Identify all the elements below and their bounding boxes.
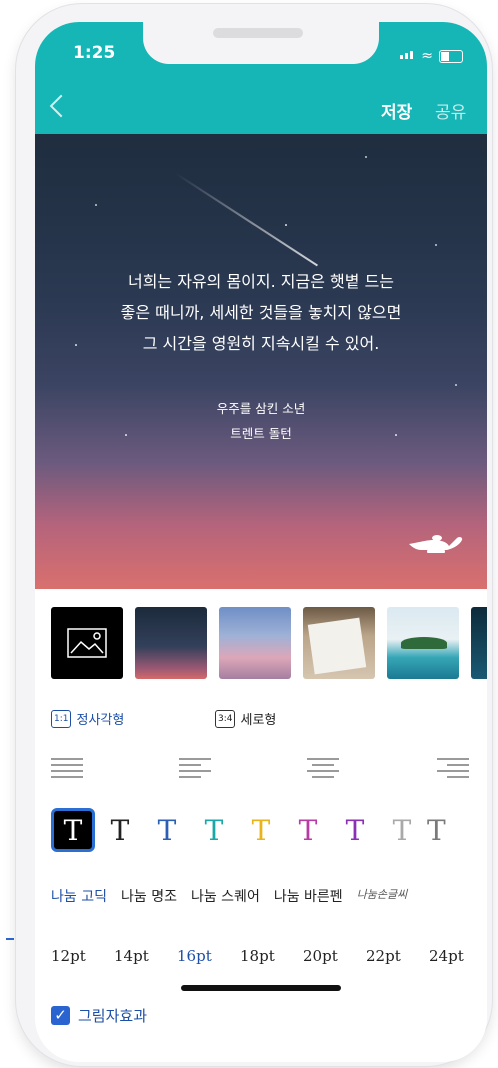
app-screen: 1:25 ≈ 저장 공유 너희는 자유의 몸이지. 지금은 햇볕 드는 좋은 때… [35,22,487,1062]
size-option[interactable]: 14pt [114,947,177,965]
align-justify-icon[interactable] [51,756,85,780]
ratio-badge: 3:4 [215,709,236,728]
shadow-effect-label: 그림자효과 [78,1007,148,1025]
bg-thumb-night-sky[interactable] [135,607,207,679]
checkbox-checked-icon[interactable]: ✓ [51,1006,70,1025]
quote-line: 너희는 자유의 몸이지. 지금은 햇볕 드는 [127,272,395,291]
save-button[interactable]: 저장 [381,98,412,123]
background-picker [51,607,487,679]
font-option-nanum-handwriting[interactable]: 나눔손글씨 [357,886,408,906]
shooting-star [174,172,318,266]
ratio-label: 세로형 [240,713,277,728]
font-option-nanum-myeongjo[interactable]: 나눔 명조 [121,886,177,906]
color-gray-chip[interactable]: T [380,808,424,852]
back-icon[interactable] [49,94,73,118]
magic-lamp-icon [409,535,463,553]
status-time: 1:25 [73,43,116,63]
color-purple-chip[interactable]: T [333,808,377,852]
align-left-icon[interactable] [179,756,213,780]
text-color-picker: T T T T T T T T T [51,808,449,852]
color-black-chip[interactable]: T [98,808,142,852]
color-darkgray-chip[interactable]: T [427,808,449,852]
status-icons: ≈ [400,44,463,63]
color-magenta-chip[interactable]: T [286,808,330,852]
image-upload-icon [67,628,107,658]
book-title: 우주를 삼킨 소년 [216,401,306,416]
signal-icon [400,44,415,63]
font-picker: 나눔 고딕 나눔 명조 나눔 스퀘어 나눔 바른펜 나눔손글씨 [51,886,407,906]
device-notch [143,22,379,64]
align-right-icon[interactable] [437,756,471,780]
color-yellow-chip[interactable]: T [239,808,283,852]
star [435,244,437,246]
shadow-effect-toggle[interactable]: ✓ 그림자효과 [51,1005,147,1026]
custom-image-thumb[interactable] [51,607,123,679]
home-indicator [181,985,341,991]
bg-thumb-ocean[interactable] [471,607,487,679]
font-size-picker: 12pt 14pt 16pt 18pt 20pt 22pt 24pt [51,947,487,965]
star [365,156,367,158]
font-option-nanum-square[interactable]: 나눔 스퀘어 [191,886,260,906]
ratio-badge: 1:1 [51,709,72,728]
ratio-square-option[interactable]: 1:1 정사각형 [51,709,124,728]
battery-icon [439,50,463,63]
size-option[interactable]: 24pt [429,947,487,965]
font-option-nanum-barunpen[interactable]: 나눔 바른펜 [274,886,343,906]
quote-line: 좋은 때니까, 세세한 것들을 놓치지 않으면 [120,303,402,322]
star [285,224,287,226]
star [455,384,457,386]
bg-thumb-whiteboard[interactable] [303,607,375,679]
size-option[interactable]: 22pt [366,947,429,965]
quote-line: 그 시간을 영원히 지속시킬 수 있어. [142,334,380,353]
color-white-chip[interactable]: T [51,808,95,852]
book-author: 트렌트 돌턴 [230,426,292,441]
size-option-selected[interactable]: 16pt [177,947,240,965]
wifi-icon: ≈ [421,48,433,64]
size-option[interactable]: 18pt [240,947,303,965]
color-teal-chip[interactable]: T [192,808,236,852]
speaker-grille [213,28,303,38]
quote-text: 너희는 자유의 몸이지. 지금은 햇볕 드는 좋은 때니까, 세세한 것들을 놓… [63,266,459,359]
bg-thumb-island[interactable] [387,607,459,679]
edge-marker [6,938,14,940]
size-option[interactable]: 20pt [303,947,366,965]
bg-thumb-pink-clouds[interactable] [219,607,291,679]
ratio-label: 정사각형 [76,713,125,728]
align-center-icon[interactable] [307,756,341,780]
star [95,204,97,206]
font-option-nanum-gothic[interactable]: 나눔 고딕 [51,886,107,906]
quote-preview-card: 너희는 자유의 몸이지. 지금은 햇볕 드는 좋은 때니까, 세세한 것들을 놓… [35,134,487,589]
size-option[interactable]: 12pt [51,947,114,965]
book-info: 우주를 삼킨 소년 트렌트 돌턴 [35,396,487,446]
board-shape [307,617,367,675]
island-shape [401,637,447,649]
share-button[interactable]: 공유 [435,98,466,123]
ratio-portrait-option[interactable]: 3:4 세로형 [215,709,276,728]
text-align-group [35,756,487,782]
color-blue-chip[interactable]: T [145,808,189,852]
